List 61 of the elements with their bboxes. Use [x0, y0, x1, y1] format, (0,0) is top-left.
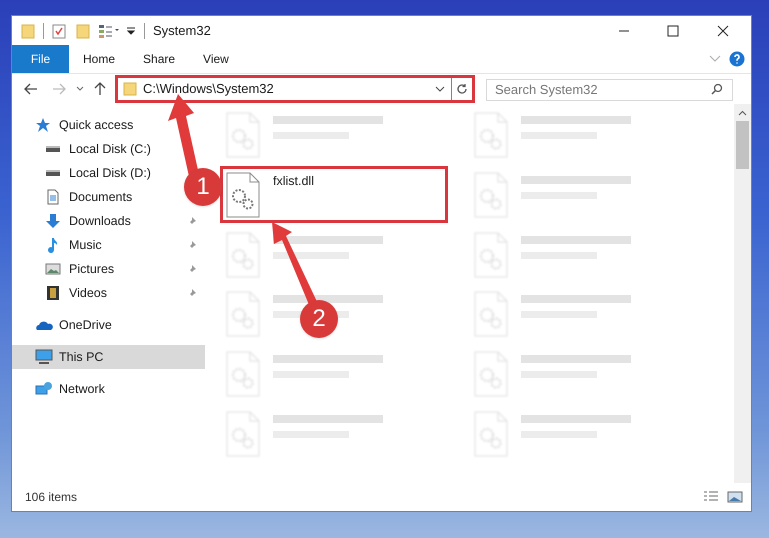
scroll-up-icon[interactable]	[738, 110, 747, 116]
sidebar-item[interactable]: Documents	[12, 185, 144, 209]
dll-file-icon	[474, 112, 508, 158]
folder-icon	[21, 22, 35, 38]
dll-file-icon	[226, 112, 260, 158]
picture-icon	[45, 261, 61, 277]
customize-toolbar-icon[interactable]	[126, 24, 136, 36]
refresh-icon[interactable]	[456, 83, 468, 95]
search-field[interactable]: Search System32	[486, 78, 733, 100]
properties-icon[interactable]	[52, 22, 66, 38]
computer-icon	[35, 349, 53, 365]
download-icon	[45, 213, 61, 229]
dropdown-icon[interactable]	[435, 86, 445, 92]
scrollbar-thumb[interactable]	[736, 121, 749, 169]
view-options-icon[interactable]	[98, 22, 122, 38]
sidebar-item[interactable]: Videos	[12, 281, 205, 305]
dll-file-icon	[226, 411, 260, 458]
sidebar-item[interactable]: Quick access	[12, 113, 146, 137]
dll-file-icon	[474, 232, 508, 278]
sidebar-item[interactable]: Network	[12, 377, 117, 401]
folder-icon	[123, 82, 137, 96]
scrollbar[interactable]	[734, 104, 751, 483]
file-name: fxlist.dll	[273, 172, 314, 190]
dll-file-icon	[474, 351, 508, 398]
sidebar-item[interactable]: Pictures	[12, 257, 205, 281]
address-bar[interactable]: C:\Windows\System32	[115, 75, 475, 103]
sidebar-item[interactable]: OneDrive	[12, 313, 124, 337]
sidebar-item[interactable]: Local Disk (D:)	[12, 161, 163, 185]
sidebar-item[interactable]: Local Disk (C:)	[12, 137, 163, 161]
dll-file-icon	[474, 172, 508, 218]
window-title: System32	[153, 22, 212, 40]
document-icon	[45, 189, 61, 205]
star-icon	[35, 117, 51, 133]
sidebar-item[interactable]: Downloads	[12, 209, 205, 233]
dll-file-icon	[226, 232, 260, 278]
network-icon	[35, 381, 53, 397]
maximize-icon[interactable]	[667, 24, 679, 36]
drive-icon	[45, 146, 61, 152]
film-icon	[45, 285, 61, 301]
up-icon[interactable]	[94, 82, 106, 96]
ribbon-tab[interactable]: View	[189, 45, 243, 73]
dll-file-icon	[474, 411, 508, 458]
help-icon[interactable]	[729, 51, 745, 67]
file-item[interactable]: fxlist.dll	[220, 166, 448, 223]
ribbon-tab[interactable]: Share	[129, 45, 190, 73]
dll-file-icon	[474, 291, 508, 338]
drive-icon	[45, 170, 61, 176]
large-icons-view-icon[interactable]	[727, 490, 743, 504]
back-icon[interactable]	[24, 83, 38, 95]
dll-file-icon	[226, 172, 260, 218]
recent-locations-icon[interactable]	[76, 86, 84, 92]
search-icon[interactable]	[711, 83, 723, 95]
dll-file-icon	[226, 351, 260, 398]
dll-file-icon	[226, 291, 260, 338]
sidebar-item[interactable]: Music	[12, 233, 205, 257]
close-icon[interactable]	[717, 24, 729, 36]
item-count: 106 items	[25, 489, 78, 506]
ribbon-tab[interactable]: Home	[69, 45, 130, 73]
file-menu-tab[interactable]: File	[12, 45, 69, 73]
address-path: C:\Windows\System32	[143, 80, 275, 98]
sidebar-item[interactable]: This PC	[12, 345, 205, 369]
